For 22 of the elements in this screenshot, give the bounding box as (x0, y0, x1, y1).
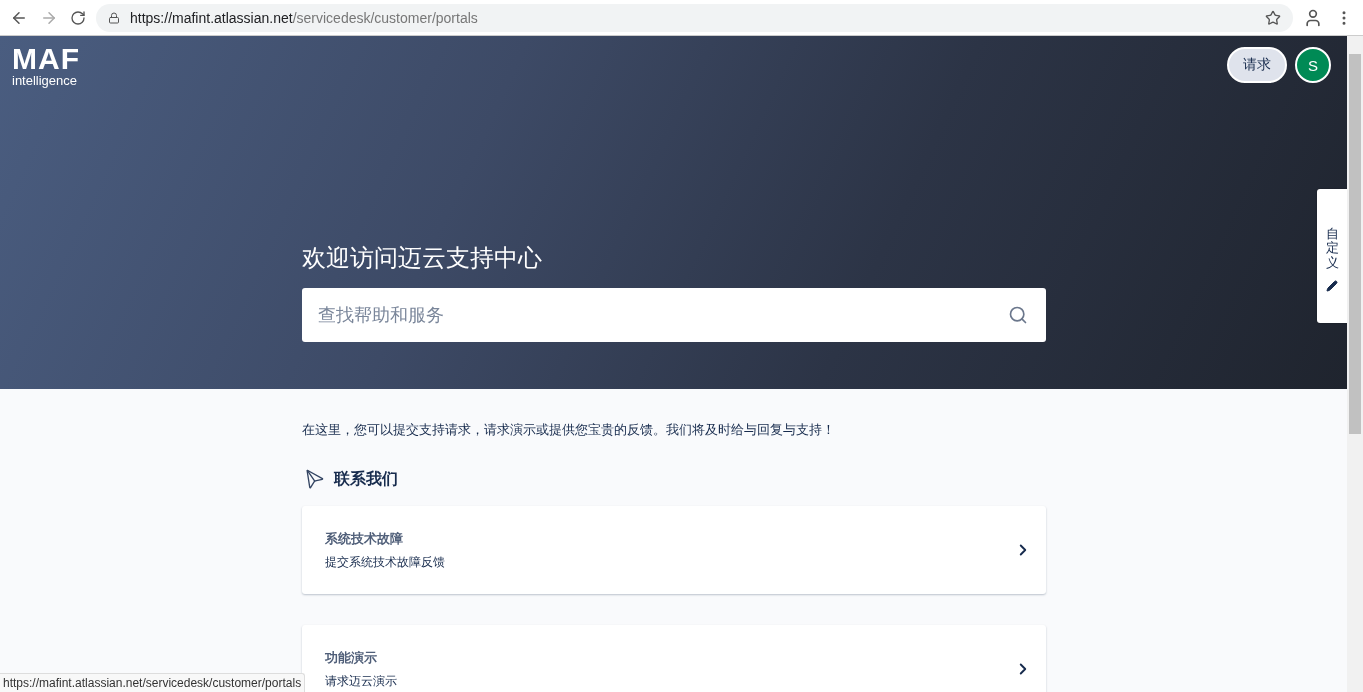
status-url: https://mafint.atlassian.net/servicedesk/customer/portals (0, 673, 306, 692)
request-type-card[interactable]: 系统技术故障 提交系统技术故障反馈 (301, 506, 1046, 594)
url-text: https://mafint.atlassian.net/servicedesk/customer/portals (130, 9, 478, 26)
customize-tab[interactable]: 自定义 (1317, 189, 1347, 323)
requests-button[interactable]: 请求 (1227, 47, 1287, 83)
card-title: 功能演示 (324, 648, 378, 667)
user-avatar[interactable]: S (1295, 47, 1331, 83)
hero-title: 欢迎访问迈云支持中心 (301, 243, 543, 273)
logo: MAF intelligence (12, 44, 80, 87)
address-bar[interactable]: https://mafint.atlassian.net/servicedesk/customer/portals (96, 3, 1293, 32)
card-title: 系统技术故障 (324, 529, 404, 548)
card-description: 请求迈云演示 (324, 672, 398, 690)
intro-text: 在这里，您可以提交支持请求，请求演示或提供您宝贵的反馈。我们将及时给与回复与支持！ (301, 421, 836, 439)
request-type-card[interactable]: 功能演示 请求迈云演示 (301, 625, 1046, 692)
scrollbar[interactable] (1347, 36, 1363, 692)
pencil-icon (1326, 279, 1338, 292)
section-title: 联系我们 (333, 469, 398, 489)
search-field[interactable]: 查找帮助和服务 (301, 288, 1046, 342)
card-description: 提交系统技术故障反馈 (324, 553, 446, 571)
search-icon[interactable] (1007, 305, 1028, 325)
lock-icon (108, 11, 120, 24)
star-icon[interactable] (1265, 9, 1281, 26)
